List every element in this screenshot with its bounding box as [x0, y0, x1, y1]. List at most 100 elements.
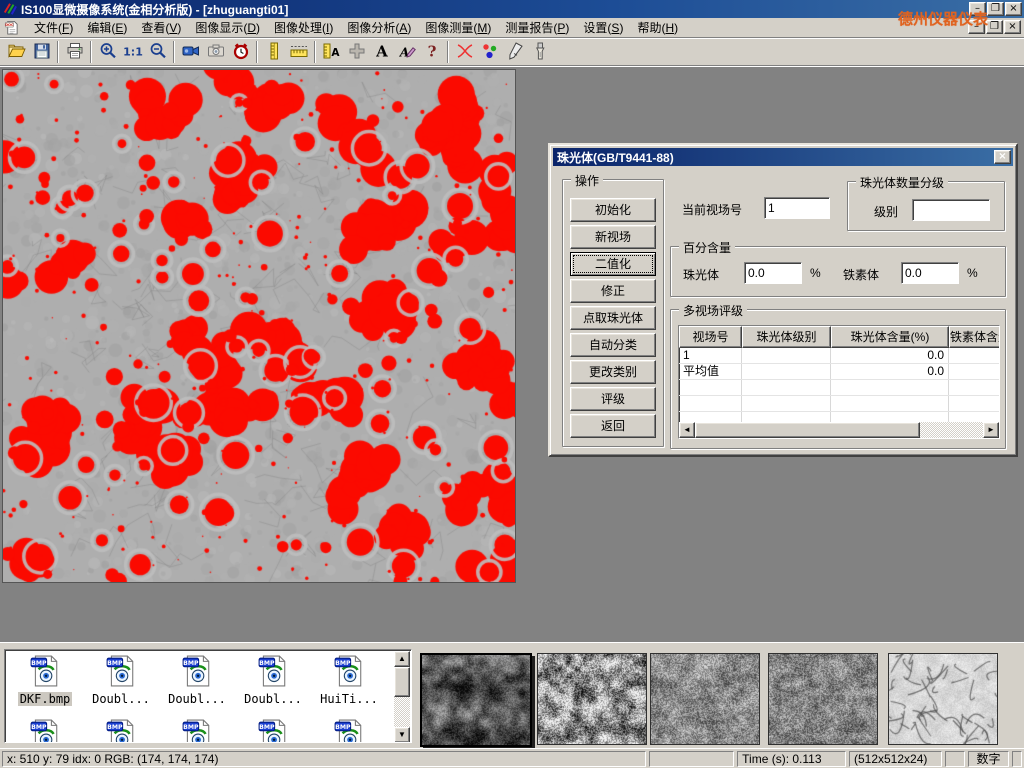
thumbnail-2[interactable]: [537, 653, 647, 745]
thumbnail-4[interactable]: [768, 653, 878, 745]
text-a-button[interactable]: A: [369, 40, 394, 64]
file-item-partial[interactable]: BMP: [311, 716, 387, 743]
file-item-partial[interactable]: BMP: [235, 716, 311, 743]
open-icon: [7, 41, 27, 64]
open-button[interactable]: [4, 40, 29, 64]
current-field-input[interactable]: [764, 197, 830, 219]
menu-item-image-display[interactable]: 图像显示(D): [188, 17, 267, 38]
menu-bar: DOC 文件(F)编辑(E)查看(V)图像显示(D)图像处理(I)图像分析(A)…: [0, 18, 1024, 38]
zoom-in-button[interactable]: [95, 40, 120, 64]
menu-item-settings[interactable]: 设置(S): [576, 17, 630, 38]
menu-item-edit[interactable]: 编辑(E): [80, 17, 134, 38]
op-button-二值化[interactable]: 二值化: [570, 252, 656, 276]
flashlight-button[interactable]: [527, 40, 552, 64]
table-cell: [949, 380, 1000, 395]
op-button-点取珠光体[interactable]: 点取珠光体: [570, 306, 656, 330]
help-button[interactable]: ?: [419, 40, 444, 64]
scroll-down-icon[interactable]: ▼: [394, 727, 410, 743]
menu-item-image-measure[interactable]: 图像测量(M): [418, 17, 498, 38]
op-button-评级[interactable]: 评级: [570, 387, 656, 411]
op-button-自动分类[interactable]: 自动分类: [570, 333, 656, 357]
table-row[interactable]: [679, 396, 999, 412]
dialog-title: 珠光体(GB/T9441-88): [557, 149, 674, 166]
scroll-up-icon[interactable]: ▲: [394, 651, 410, 667]
bmp-file-icon: BMP: [30, 719, 60, 743]
op-button-初始化[interactable]: 初始化: [570, 198, 656, 222]
thumbnail-3[interactable]: [650, 653, 760, 745]
save-button[interactable]: [29, 40, 54, 64]
menu-item-measure-report[interactable]: 测量报告(P): [498, 17, 576, 38]
table-header-cell: 珠光体级别: [742, 326, 831, 348]
metallographic-image[interactable]: [2, 69, 516, 583]
curve-tool-button[interactable]: [452, 40, 477, 64]
mdi-close-button[interactable]: ×: [1004, 20, 1021, 34]
file-item-partial[interactable]: BMP: [83, 716, 159, 743]
menu-item-image-process[interactable]: 图像处理(I): [267, 17, 340, 38]
file-item-HuiTi...[interactable]: BMPHuiTi...: [311, 652, 387, 706]
restore-button[interactable]: ❐: [987, 2, 1004, 16]
table-horizontal-scrollbar[interactable]: ◄ ►: [679, 422, 999, 438]
move-cross-button[interactable]: [344, 40, 369, 64]
ferrite-percent-input[interactable]: [901, 262, 959, 284]
menu-item-view[interactable]: 查看(V): [134, 17, 188, 38]
table-cell: [949, 348, 1000, 363]
table-cell: [742, 348, 831, 363]
op-button-更改类别[interactable]: 更改类别: [570, 360, 656, 384]
one-to-one-button[interactable]: 1:1: [120, 40, 145, 64]
file-item-partial[interactable]: BMP: [7, 716, 83, 743]
svg-text:BMP: BMP: [259, 660, 275, 667]
table-row[interactable]: [679, 380, 999, 396]
clock-icon: [231, 41, 251, 64]
close-button[interactable]: ×: [1005, 2, 1022, 16]
document-icon[interactable]: DOC: [4, 20, 19, 35]
op-button-返回[interactable]: 返回: [570, 414, 656, 438]
file-item-Doubl...[interactable]: BMPDoubl...: [83, 652, 159, 706]
current-field-label: 当前视场号: [682, 201, 742, 218]
menu-item-image-analysis[interactable]: 图像分析(A): [340, 17, 418, 38]
vendor-watermark: 德州仪器仪表: [898, 8, 988, 29]
scroll-right-icon[interactable]: ►: [983, 422, 999, 438]
caliper-button[interactable]: [261, 40, 286, 64]
ruler-horizontal-button[interactable]: [286, 40, 311, 64]
dialog-title-bar[interactable]: 珠光体(GB/T9441-88) ×: [553, 148, 1013, 166]
grade-input[interactable]: [912, 199, 990, 221]
count-points-button[interactable]: [477, 40, 502, 64]
annotate-icon: A: [397, 41, 417, 64]
menu-item-help[interactable]: 帮助(H): [630, 17, 685, 38]
thumbnail-1[interactable]: [420, 653, 532, 747]
file-item-DKF.bmp[interactable]: BMPDKF.bmp: [7, 652, 83, 706]
file-item-Doubl...[interactable]: BMPDoubl...: [235, 652, 311, 706]
annotate-button[interactable]: A: [394, 40, 419, 64]
zoom-out-icon: [148, 41, 168, 64]
table-row[interactable]: 平均值0.0: [679, 364, 999, 380]
scroll-left-icon[interactable]: ◄: [679, 422, 695, 438]
file-scrollbar-thumb[interactable]: [394, 667, 410, 697]
thumbnail-5[interactable]: [888, 653, 998, 745]
pen-button[interactable]: [502, 40, 527, 64]
file-item-Doubl...[interactable]: BMPDoubl...: [159, 652, 235, 706]
mdi-restore-button[interactable]: ❐: [986, 20, 1003, 34]
print-button[interactable]: [62, 40, 87, 64]
file-item-partial[interactable]: BMP: [159, 716, 235, 743]
table-cell: 0.0: [831, 348, 949, 363]
table-row[interactable]: 10.0: [679, 348, 999, 364]
caliper-text-button[interactable]: A: [319, 40, 344, 64]
menu-item-file[interactable]: 文件(F): [27, 17, 80, 38]
svg-text:A: A: [375, 42, 388, 60]
table-cell: [742, 396, 831, 411]
bmp-file-icon: BMP: [334, 719, 364, 743]
count-points-icon: [480, 41, 500, 64]
op-button-修正[interactable]: 修正: [570, 279, 656, 303]
op-button-新视场[interactable]: 新视场: [570, 225, 656, 249]
dialog-close-icon[interactable]: ×: [994, 150, 1011, 164]
svg-text:DOC: DOC: [5, 23, 14, 27]
scrollbar-thumb[interactable]: [695, 422, 920, 438]
table-cell: 1: [679, 348, 742, 363]
svg-text:A: A: [398, 45, 408, 59]
camera-button[interactable]: [203, 40, 228, 64]
pearlite-percent-input[interactable]: [744, 262, 802, 284]
zoom-out-button[interactable]: [145, 40, 170, 64]
video-camera-button[interactable]: [178, 40, 203, 64]
clock-button[interactable]: [228, 40, 253, 64]
file-vertical-scrollbar[interactable]: ▲ ▼: [394, 651, 410, 743]
